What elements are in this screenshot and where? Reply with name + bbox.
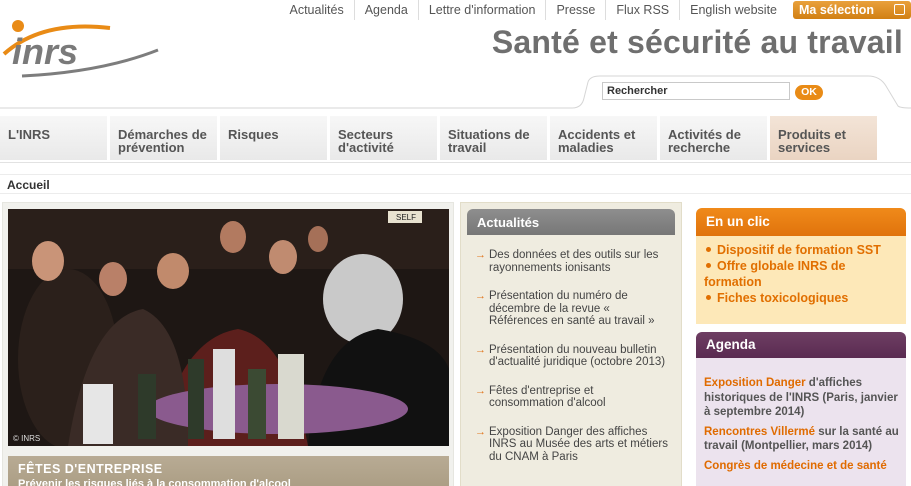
nav-item-demarches[interactable]: Démarches de prévention <box>110 116 220 160</box>
agenda-link[interactable]: Exposition Danger <box>704 377 806 389</box>
photo-credit: © INRS <box>13 434 41 443</box>
list-item: Rencontres Villermé sur la santé au trav… <box>704 425 900 454</box>
photo-sign-text: SELF <box>396 213 416 222</box>
list-item[interactable]: Dispositif de formation SST <box>704 242 898 258</box>
list-item[interactable]: Fiches toxicologiques <box>704 290 898 306</box>
agenda-link[interactable]: Congrès de médecine et de santé <box>704 460 887 472</box>
feature-photo[interactable]: SELF © INRS <box>8 209 449 446</box>
list-item[interactable]: → Présentation du nouveau bulletin d'actu… <box>473 344 671 369</box>
feature-caption[interactable]: FÊTES D'ENTREPRISE Prévenir les risques … <box>8 456 449 486</box>
list-item[interactable]: → Des données et des outils sur les rayon… <box>473 249 671 274</box>
nav-divider <box>0 162 911 163</box>
breadcrumb: Accueil <box>0 174 911 194</box>
actualites-title: Actualités <box>467 209 675 235</box>
clic-link: Dispositif de formation SST <box>717 243 881 257</box>
ma-selection-label: Ma sélection <box>799 3 875 17</box>
inrs-logo[interactable]: inrs <box>2 14 162 78</box>
bullet-icon <box>706 263 711 268</box>
clic-link: Offre globale INRS de formation <box>704 259 846 289</box>
clic-link: Fiches toxicologiques <box>717 291 849 305</box>
en-un-clic-block: En un clic Dispositif de formation SST O… <box>696 208 906 324</box>
nav-item-risques[interactable]: Risques <box>220 116 330 160</box>
actualite-text: Présentation du nouveau bulletin d'actua… <box>489 343 666 369</box>
logo-text: inrs <box>12 31 78 72</box>
nav-item-secteurs[interactable]: Secteurs d'activité <box>330 116 440 160</box>
top-links: Actualités Agenda Lettre d'information P… <box>280 0 911 20</box>
bullet-icon <box>706 247 711 252</box>
feature-title: FÊTES D'ENTREPRISE <box>18 462 163 476</box>
toplink-presse[interactable]: Presse <box>545 0 605 20</box>
list-item: Congrès de médecine et de santé <box>704 459 900 474</box>
feature-block: SELF © INRS FÊTES D'ENTREPRISE Prévenir … <box>2 202 454 486</box>
arrow-right-icon: → <box>475 249 486 261</box>
actualite-text: Présentation du numéro de décembre de la… <box>489 290 655 327</box>
list-item[interactable]: → Fêtes d'entreprise et consommation d'al… <box>473 385 671 410</box>
nav-item-produits[interactable]: Produits et services <box>770 116 880 160</box>
toplink-rss[interactable]: Flux RSS <box>605 0 679 20</box>
search-ok-button[interactable]: OK <box>795 85 823 100</box>
actualite-text: Fêtes d'entreprise et consommation d'alc… <box>489 384 606 410</box>
actualite-text: Exposition Danger des affiches INRS au M… <box>489 425 668 463</box>
toplink-actualites[interactable]: Actualités <box>280 0 354 20</box>
arrow-right-icon: → <box>475 425 486 438</box>
actualites-block: Actualités → Des données et des outils su… <box>460 202 682 486</box>
feature-subtitle: Prévenir les risques liés à la consommat… <box>18 478 291 486</box>
selection-icon <box>894 4 905 15</box>
nav-item-activites[interactable]: Activités de recherche <box>660 116 770 160</box>
breadcrumb-home[interactable]: Accueil <box>7 178 50 192</box>
en-un-clic-title: En un clic <box>696 208 906 236</box>
toplink-english[interactable]: English website <box>679 0 787 20</box>
actualite-text: Des données et des outils sur les rayonn… <box>489 249 659 274</box>
arrow-right-icon: → <box>475 343 486 356</box>
ma-selection-button[interactable]: Ma sélection <box>793 1 911 19</box>
main-nav: L'INRS Démarches de prévention Risques S… <box>0 116 911 162</box>
toplink-agenda[interactable]: Agenda <box>353 0 418 20</box>
list-item[interactable]: → Présentation du numéro de décembre de l… <box>473 290 671 328</box>
list-item: Exposition Danger d'affiches historiques… <box>704 376 900 420</box>
bullet-icon <box>706 295 711 300</box>
list-item[interactable]: Offre globale INRS de formation <box>704 258 898 290</box>
nav-item-situations[interactable]: Situations de travail <box>440 116 550 160</box>
nav-item-accidents[interactable]: Accidents et maladies <box>550 116 660 160</box>
list-item[interactable]: → Exposition Danger des affiches INRS au … <box>473 426 671 464</box>
nav-item-inrs[interactable]: L'INRS <box>0 116 110 160</box>
search-input[interactable] <box>602 82 790 100</box>
toplink-lettre[interactable]: Lettre d'information <box>417 0 546 20</box>
agenda-title: Agenda <box>696 332 906 358</box>
agenda-link[interactable]: Rencontres Villermé <box>704 426 815 438</box>
site-title: Santé et sécurité au travail <box>491 24 903 60</box>
en-un-clic-list: Dispositif de formation SST Offre global… <box>696 236 906 306</box>
agenda-block: Agenda Exposition Danger d'affiches hist… <box>696 332 906 486</box>
agenda-list: Exposition Danger d'affiches historiques… <box>696 358 906 473</box>
search-zone: OK <box>0 72 911 112</box>
actualites-list: → Des données et des outils sur les rayon… <box>461 235 681 463</box>
arrow-right-icon: → <box>475 290 486 302</box>
arrow-right-icon: → <box>475 384 486 397</box>
